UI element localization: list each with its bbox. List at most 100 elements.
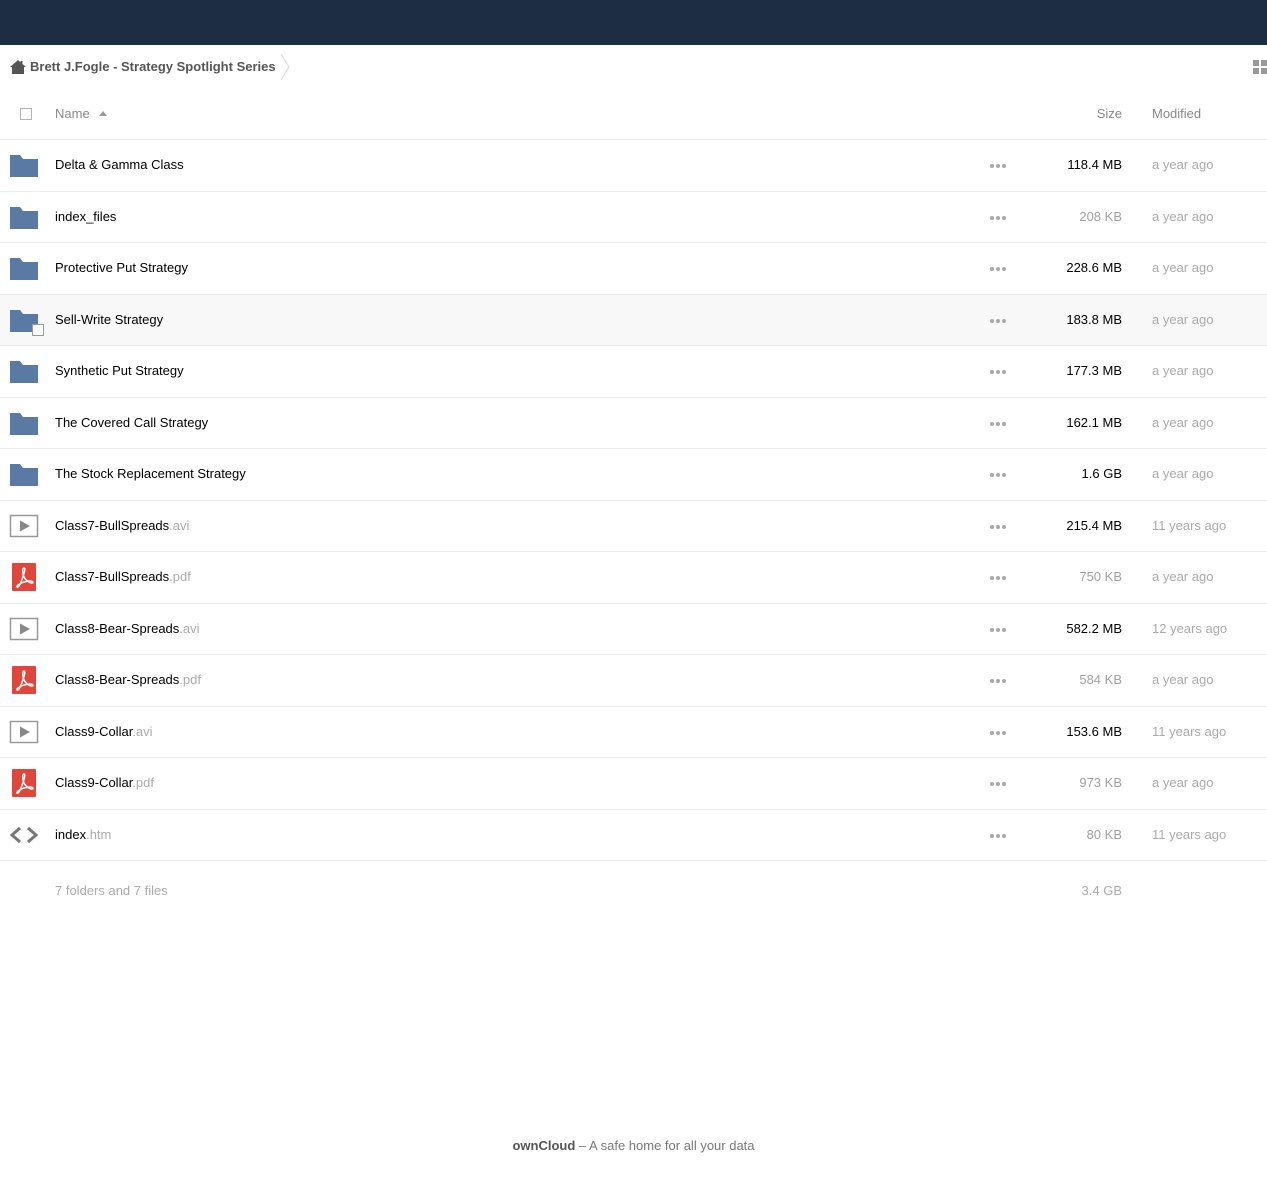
- file-row[interactable]: Class7-BullSpreads.avi 215.4 MB 11 years a…: [0, 501, 1267, 552]
- folder-icon[interactable]: [9, 409, 39, 437]
- file-size: 584 KB: [1079, 672, 1122, 687]
- column-header-name[interactable]: Name: [55, 106, 90, 121]
- sort-ascending-icon[interactable]: [99, 111, 107, 116]
- folder-icon[interactable]: [9, 203, 39, 231]
- file-size: 80 KB: [1086, 826, 1122, 842]
- video-file-icon[interactable]: [9, 615, 39, 643]
- select-all-checkbox[interactable]: [20, 108, 32, 120]
- grid-view-icon[interactable]: [1253, 60, 1267, 74]
- file-row[interactable]: Protective Put Strategy 228.6 MB a year ag…: [0, 243, 1267, 295]
- file-name-label: Protective Put Strategy: [55, 260, 188, 275]
- file-row[interactable]: Class9-Collar.pdf 973 KB a year ago: [0, 758, 1267, 810]
- footer: ownCloud – A safe home for all your data: [0, 1138, 1267, 1153]
- breadcrumb: Brett J.Fogle - Strategy Spotlight Serie…: [0, 45, 1267, 89]
- code-file-icon[interactable]: [9, 821, 39, 849]
- file-size: 208 KB: [1079, 208, 1122, 224]
- file-modified: 11 years ago: [1152, 723, 1227, 739]
- file-name-label: The Stock Replacement Strategy: [55, 466, 246, 481]
- video-file-icon[interactable]: [9, 512, 39, 540]
- more-actions-icon[interactable]: [989, 362, 1007, 380]
- more-actions-icon[interactable]: [989, 723, 1007, 741]
- more-actions-icon[interactable]: [989, 208, 1007, 226]
- file-row[interactable]: Delta & Gamma Class 118.4 MB a year ago: [0, 140, 1267, 192]
- file-name-link[interactable]: Synthetic Put Strategy: [55, 363, 184, 378]
- more-actions-icon[interactable]: [989, 671, 1007, 689]
- file-size: 750 KB: [1079, 569, 1122, 584]
- file-row[interactable]: Class9-Collar.avi 153.6 MB 11 years ago: [0, 707, 1267, 758]
- folder-icon[interactable]: [9, 460, 39, 488]
- file-modified: a year ago: [1152, 569, 1214, 584]
- file-name-label: index: [55, 826, 87, 842]
- file-name-link[interactable]: Class7-BullSpreads.pdf: [55, 569, 191, 584]
- more-actions-icon[interactable]: [989, 156, 1007, 174]
- more-actions-icon[interactable]: [989, 517, 1007, 535]
- more-actions-icon[interactable]: [989, 826, 1007, 844]
- file-name-link[interactable]: Class8-Bear-Spreads.pdf: [55, 672, 201, 687]
- file-list: Delta & Gamma Class 118.4 MB a year ago ind…: [0, 140, 1267, 861]
- file-name-label: Class8-Bear-Spreads: [55, 620, 180, 636]
- file-row[interactable]: Class8-Bear-Spreads.pdf 584 KB a year ago: [0, 655, 1267, 707]
- pdf-file-icon[interactable]: [9, 769, 39, 797]
- home-icon[interactable]: [9, 59, 27, 75]
- more-actions-icon[interactable]: [989, 414, 1007, 432]
- folder-icon[interactable]: [9, 357, 39, 385]
- file-row[interactable]: Synthetic Put Strategy 177.3 MB a year ago: [0, 346, 1267, 398]
- pdf-file-icon[interactable]: [9, 666, 39, 694]
- file-extension-label: .avi: [179, 620, 200, 636]
- summary-count: 7 folders and 7 files: [55, 883, 168, 898]
- file-name-link[interactable]: The Covered Call Strategy: [55, 415, 208, 430]
- more-actions-icon[interactable]: [989, 774, 1007, 792]
- file-extension-label: .pdf: [132, 775, 154, 790]
- more-actions-icon[interactable]: [989, 259, 1007, 277]
- file-row[interactable]: The Stock Replacement Strategy 1.6 GB a ye…: [0, 449, 1267, 501]
- file-row[interactable]: Sell-Write Strategy 183.8 MB a year ago: [0, 294, 1267, 346]
- file-modified: a year ago: [1152, 260, 1214, 275]
- summary-size: 3.4 GB: [1081, 883, 1122, 898]
- file-name-label: Class7-BullSpreads: [55, 517, 170, 533]
- file-name-link[interactable]: index_files: [55, 209, 116, 224]
- more-actions-icon[interactable]: [989, 465, 1007, 483]
- more-actions-icon[interactable]: [989, 568, 1007, 586]
- file-extension-label: .pdf: [169, 569, 191, 584]
- file-extension-label: .avi: [169, 517, 190, 533]
- file-name-link[interactable]: The Stock Replacement Strategy: [55, 466, 246, 481]
- file-size: 973 KB: [1079, 775, 1122, 790]
- file-name-link[interactable]: Class9-Collar.avi: [55, 724, 153, 739]
- file-name-label: Class7-BullSpreads: [55, 569, 170, 584]
- file-name-link[interactable]: Delta & Gamma Class: [55, 157, 184, 172]
- footer-tagline: – A safe home for all your data: [575, 1138, 755, 1153]
- breadcrumb-separator-icon: [280, 53, 290, 81]
- file-name-link[interactable]: Class7-BullSpreads.avi: [55, 518, 189, 533]
- pdf-file-icon[interactable]: [9, 563, 39, 591]
- file-name-link[interactable]: Protective Put Strategy: [55, 260, 188, 275]
- file-name-link[interactable]: Class9-Collar.pdf: [55, 775, 154, 790]
- column-header-size[interactable]: Size: [1097, 106, 1122, 121]
- file-row[interactable]: index_files 208 KB a year ago: [0, 192, 1267, 243]
- file-name-link[interactable]: index.htm: [55, 827, 111, 842]
- file-row[interactable]: The Covered Call Strategy 162.1 MB a year …: [0, 398, 1267, 449]
- file-modified: a year ago: [1152, 208, 1214, 224]
- folder-icon[interactable]: [9, 254, 39, 282]
- file-extension-label: .avi: [132, 723, 153, 739]
- video-file-icon[interactable]: [9, 718, 39, 746]
- file-name-link[interactable]: Sell-Write Strategy: [55, 312, 163, 327]
- row-select-checkbox[interactable]: [32, 323, 44, 336]
- file-row[interactable]: Class7-BullSpreads.pdf 750 KB a year ago: [0, 552, 1267, 604]
- file-modified: a year ago: [1152, 672, 1214, 687]
- footer-brand-link[interactable]: ownCloud: [512, 1138, 575, 1153]
- file-row[interactable]: Class8-Bear-Spreads.avi 582.2 MB 12 years …: [0, 604, 1267, 655]
- file-extension-label: .htm: [86, 826, 112, 842]
- file-name-label: Delta & Gamma Class: [55, 157, 184, 172]
- column-header-modified[interactable]: Modified: [1152, 106, 1201, 121]
- file-row[interactable]: index.htm 80 KB 11 years ago: [0, 810, 1267, 861]
- file-modified: a year ago: [1152, 311, 1214, 327]
- breadcrumb-current-folder[interactable]: Brett J.Fogle - Strategy Spotlight Serie…: [30, 59, 276, 74]
- more-actions-icon[interactable]: [989, 311, 1007, 329]
- more-actions-icon[interactable]: [989, 620, 1007, 638]
- folder-icon[interactable]: [9, 151, 39, 179]
- top-bar: [0, 0, 1267, 45]
- file-name-label: Class9-Collar: [55, 775, 133, 790]
- file-name-link[interactable]: Class8-Bear-Spreads.avi: [55, 621, 200, 636]
- file-size: 582.2 MB: [1066, 620, 1122, 636]
- file-modified: 12 years ago: [1152, 620, 1228, 636]
